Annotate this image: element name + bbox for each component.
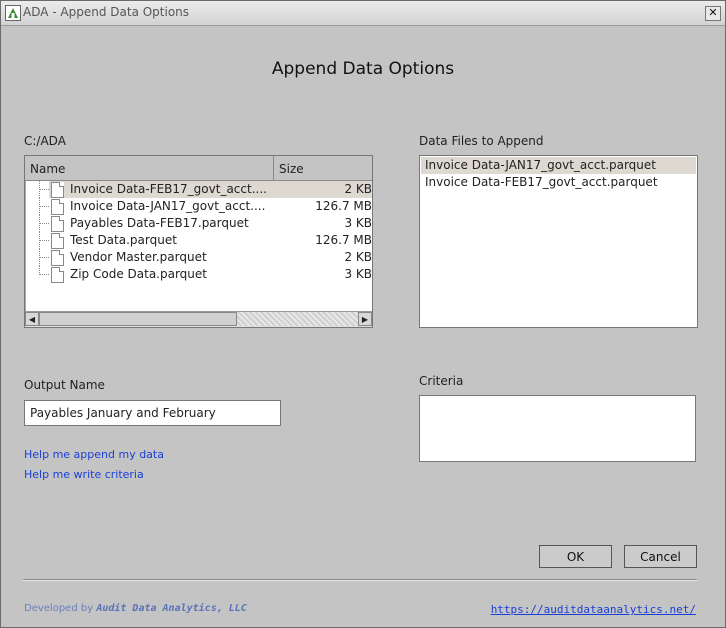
developed-by-text: Developed by [24, 603, 94, 614]
close-icon[interactable]: ✕ [705, 6, 721, 21]
file-name: Payables Data-FEB17.parquet [70, 216, 249, 230]
list-item-label: Invoice Data-FEB17_govt_acct.parquet [425, 175, 658, 189]
help-append-link[interactable]: Help me append my data [24, 448, 164, 461]
title-bar[interactable]: ADA - Append Data Options ✕ [1, 1, 725, 26]
file-icon [51, 233, 64, 249]
output-name-input[interactable] [24, 400, 281, 426]
file-name: Invoice Data-FEB17_govt_acct.... [70, 182, 267, 196]
file-name: Invoice Data-JAN17_govt_acct.... [70, 199, 266, 213]
help-criteria-link[interactable]: Help me write criteria [24, 468, 144, 481]
window-title: ADA - Append Data Options [23, 5, 190, 19]
file-row[interactable]: Invoice Data-JAN17_govt_acct.... 126.7 MB [25, 198, 372, 215]
cancel-button[interactable]: Cancel [624, 545, 697, 568]
file-icon [51, 216, 64, 232]
file-row[interactable]: Zip Code Data.parquet 3 KB [25, 266, 372, 283]
file-icon [51, 267, 64, 283]
file-icon [51, 199, 64, 215]
horizontal-scrollbar[interactable]: ◀ ▶ [25, 311, 372, 327]
file-row[interactable]: Invoice Data-FEB17_govt_acct.... 2 KB [25, 181, 372, 198]
folder-path-label: C:/ADA [24, 134, 66, 148]
append-list-label: Data Files to Append [419, 134, 544, 148]
file-size: 3 KB [344, 216, 372, 230]
file-size: 126.7 MB [315, 199, 372, 213]
file-row[interactable]: Test Data.parquet 126.7 MB [25, 232, 372, 249]
file-size: 2 KB [344, 182, 372, 196]
file-name: Test Data.parquet [70, 233, 177, 247]
file-icon [51, 182, 64, 198]
ada-app-icon [5, 5, 21, 21]
append-data-options-window: ADA - Append Data Options ✕ Append Data … [0, 0, 726, 628]
output-name-label: Output Name [24, 378, 105, 392]
list-item[interactable]: Invoice Data-FEB17_govt_acct.parquet [421, 174, 696, 191]
page-title: Append Data Options [271, 59, 455, 79]
file-icon [51, 250, 64, 266]
ok-button[interactable]: OK [539, 545, 612, 568]
criteria-textarea[interactable] [419, 395, 696, 462]
scrollbar-thumb[interactable] [39, 312, 237, 326]
scroll-right-icon[interactable]: ▶ [358, 312, 372, 326]
company-name: Audit Data Analytics, LLC [96, 603, 247, 614]
file-row[interactable]: Payables Data-FEB17.parquet 3 KB [25, 215, 372, 232]
file-name: Zip Code Data.parquet [70, 267, 207, 281]
file-name: Vendor Master.parquet [70, 250, 207, 264]
file-browser-tree[interactable]: Name Size Invoice Data-FEB17_govt_acct..… [24, 155, 373, 328]
tree-header: Name Size [25, 156, 372, 181]
file-size: 126.7 MB [315, 233, 372, 247]
footer-divider [23, 579, 697, 581]
list-item-label: Invoice Data-JAN17_govt_acct.parquet [425, 158, 656, 172]
website-link[interactable]: https://auditdataanalytics.net/ [491, 603, 696, 616]
file-size: 2 KB [344, 250, 372, 264]
column-header-size[interactable]: Size [274, 156, 372, 180]
file-row[interactable]: Vendor Master.parquet 2 KB [25, 249, 372, 266]
column-header-name[interactable]: Name [25, 156, 274, 180]
file-size: 3 KB [344, 267, 372, 281]
criteria-label: Criteria [419, 374, 464, 388]
developer-credit: Developed by Audit Data Analytics, LLC [24, 603, 247, 614]
append-files-list[interactable]: Invoice Data-JAN17_govt_acct.parquet Invo… [419, 155, 698, 328]
list-item[interactable]: Invoice Data-JAN17_govt_acct.parquet [421, 157, 696, 174]
scrollbar-track[interactable] [237, 312, 358, 326]
scroll-left-icon[interactable]: ◀ [25, 312, 39, 326]
